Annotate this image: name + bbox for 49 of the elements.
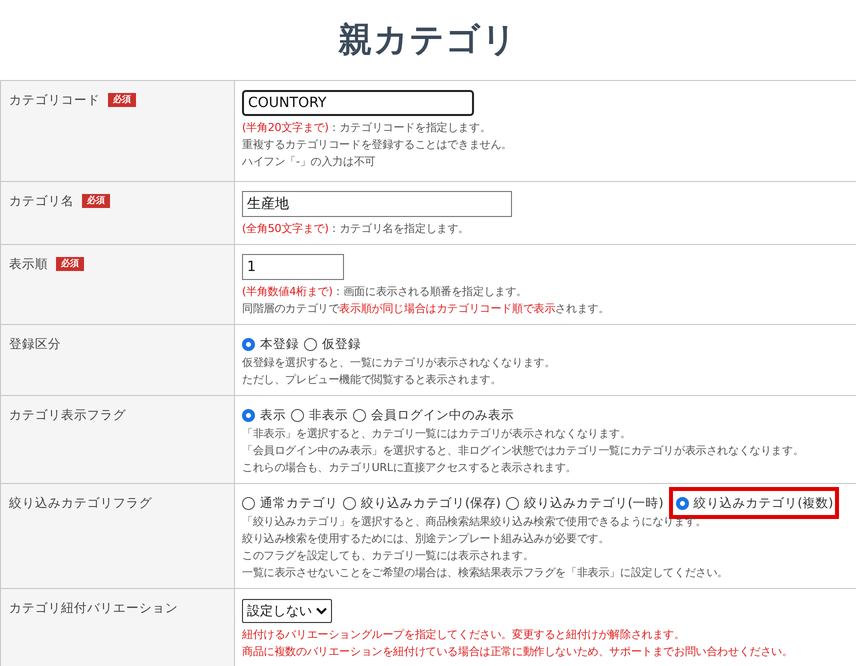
text-field[interactable]: 生産地 — [242, 191, 512, 217]
radio-icon[interactable] — [676, 496, 689, 510]
help-text: 紐付けるバリエーショングループを指定してください。変更すると紐付けが解除されます。 — [242, 627, 686, 643]
help-text: 一覧に表示させないことをご希望の場合は、検索結果表示フラグを「非表示」に設定してください。 — [242, 565, 728, 581]
radio-option[interactable]: 通常カテゴリ — [242, 494, 338, 512]
field-label: 登録区分 — [9, 336, 61, 352]
help-text: (半角数値4桁まで)：画面に表示される順番を指定します。 — [242, 284, 528, 300]
text-field[interactable]: COUNTORY — [242, 90, 474, 116]
field-label: カテゴリ紐付バリエーション — [9, 600, 178, 616]
radio-option[interactable]: 会員ログイン中のみ表示 — [353, 406, 514, 424]
required-badge: 必須 — [56, 257, 84, 271]
required-badge: 必須 — [108, 93, 136, 107]
dropdown[interactable]: 設定しない — [242, 599, 332, 623]
radio-option[interactable]: 絞り込みカテゴリ(一時) — [506, 494, 664, 512]
required-badge: 必須 — [82, 194, 110, 208]
field-label: カテゴリ名 — [9, 193, 74, 209]
help-text: 重複するカテゴリコードを登録することはできません。 — [242, 137, 512, 153]
help-text: ただし、プレビュー機能で閲覧すると表示されます。 — [242, 372, 502, 388]
chevron-icon — [316, 607, 327, 615]
help-text: ハイフン「-」の入力は不可 — [242, 154, 376, 170]
help-text: 「会員ログイン中のみ表示」を選択すると、非ログイン状態ではカテゴリ一覧にカテゴリが表示されなくなります。 — [242, 443, 804, 459]
radio-option[interactable]: 絞り込みカテゴリ(保存) — [343, 494, 501, 512]
help-text: これらの場合も、カテゴリURLに直接アクセスすると表示されます。 — [242, 460, 578, 476]
help-text: このフラグを設定しても、カテゴリ一覧には表示されます。 — [242, 548, 535, 564]
radio-icon[interactable] — [304, 338, 317, 350]
help-text: 仮登録を選択すると、一覧にカテゴリが表示されなくなります。 — [242, 355, 556, 371]
radio-option[interactable]: 仮登録 — [304, 336, 361, 352]
help-text: (半角20文字まで)：カテゴリコードを指定します。 — [242, 120, 492, 136]
radio-icon[interactable] — [242, 496, 255, 510]
field-label: カテゴリコード — [9, 92, 100, 108]
radio-option[interactable]: 本登録 — [242, 336, 299, 352]
radio-icon[interactable] — [242, 338, 255, 350]
text-field[interactable]: 1 — [242, 254, 344, 280]
field-label: カテゴリ表示フラグ — [9, 407, 126, 423]
radio-icon[interactable] — [343, 496, 356, 510]
radio-icon[interactable] — [353, 408, 366, 422]
field-label: 表示順 — [9, 256, 48, 272]
help-text: 商品に複数のバリエーションを紐付けている場合は正常に動作しないため、サポートまでお問い合わせください。 — [242, 644, 793, 660]
radio-icon[interactable] — [506, 496, 519, 510]
help-text: (全角50文字まで)：カテゴリ名を指定します。 — [242, 221, 469, 237]
page-title: 親カテゴリ — [337, 19, 518, 62]
help-text: 同階層のカテゴリで表示順が同じ場合はカテゴリコード順で表示されます。 — [242, 301, 610, 317]
radio-icon[interactable] — [291, 408, 304, 422]
field-label: 絞り込みカテゴリフラグ — [9, 495, 152, 511]
radio-icon[interactable] — [242, 408, 255, 422]
radio-option[interactable]: 表示 — [242, 406, 286, 424]
help-text: 「非表示」を選択すると、カテゴリ一覧にはカテゴリが表示されなくなります。 — [242, 426, 632, 442]
help-text: 絞り込み検索を使用するためには、別途テンプレート組み込みが必要です。 — [242, 531, 610, 547]
radio-option[interactable]: 非表示 — [291, 406, 348, 424]
